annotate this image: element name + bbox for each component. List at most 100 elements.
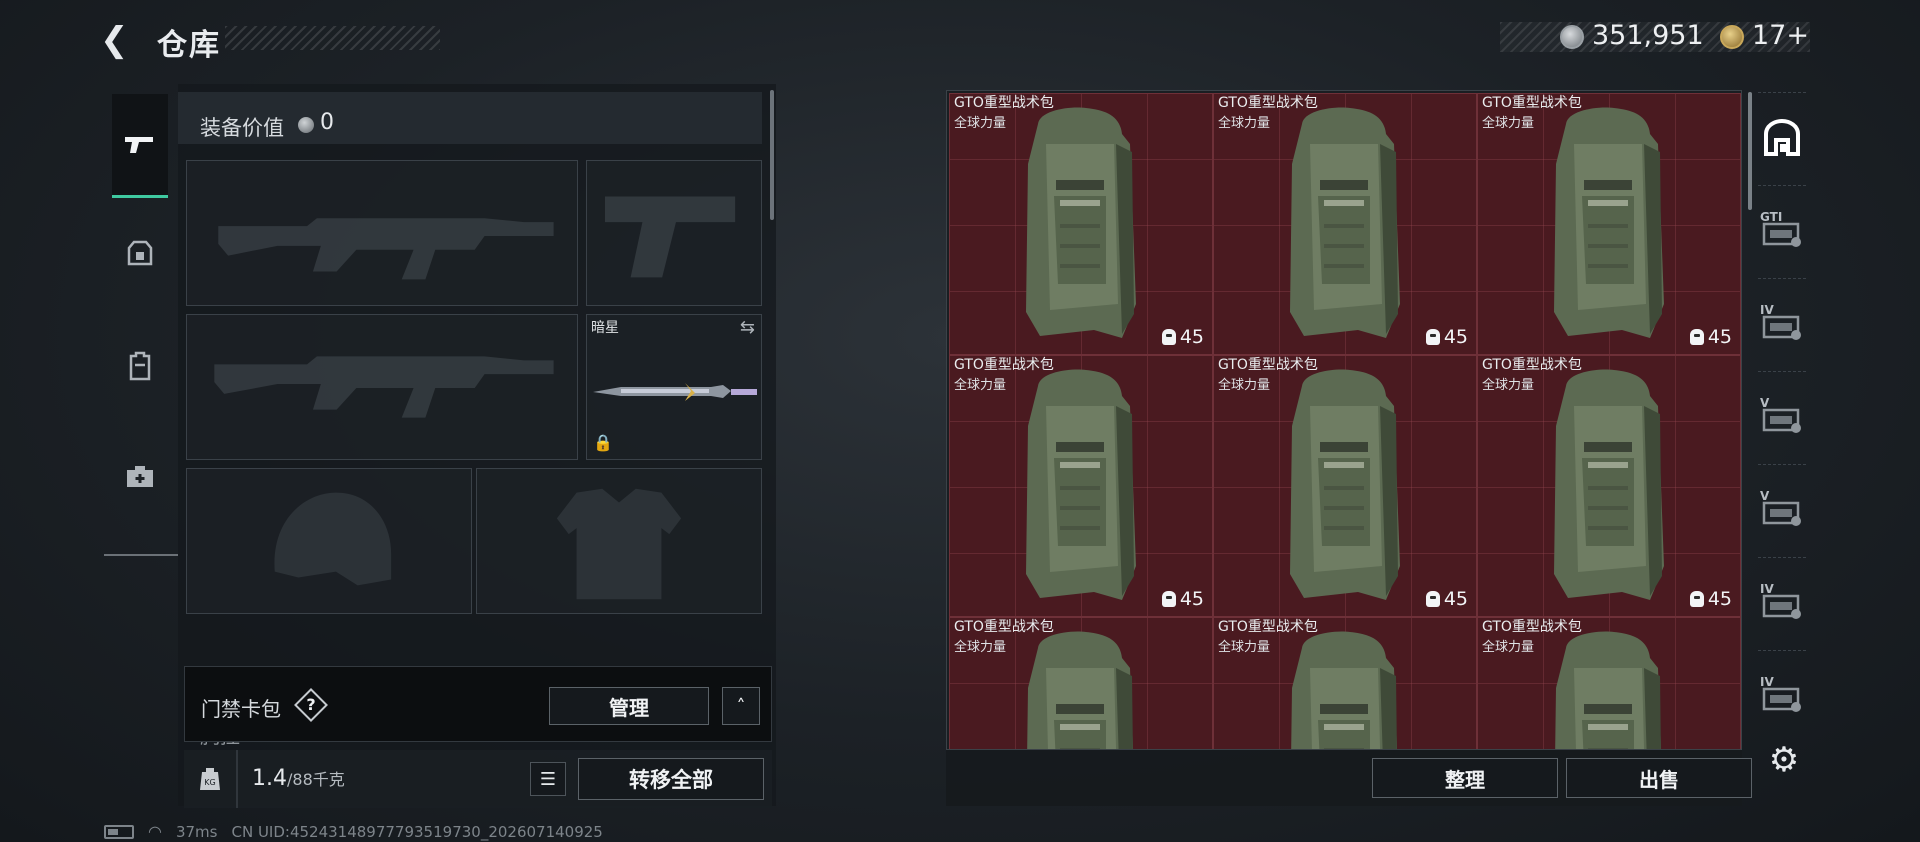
back-arrow-icon[interactable]: ❮ <box>100 20 140 60</box>
storage-icon <box>1764 118 1800 156</box>
warehouse-item[interactable]: GTO重型战术包 全球力量 45 <box>1213 355 1477 617</box>
secondary-weapon-slot[interactable] <box>186 314 578 460</box>
warehouse-item[interactable]: GTO重型战术包 全球力量 <box>949 617 1213 749</box>
warehouse-item[interactable]: GTO重型战术包 全球力量 45 <box>949 355 1213 617</box>
warehouse-item[interactable]: GTO重型战术包 全球力量 45 <box>1213 93 1477 355</box>
warehouse-item[interactable]: GTO重型战术包 全球力量 <box>1213 617 1477 749</box>
title-decoration <box>225 26 440 50</box>
keycard-bar: 门禁卡包 ? 管理 ˄ <box>184 666 772 742</box>
backpack-image <box>1555 631 1662 749</box>
primary-weapon-slot[interactable] <box>186 160 578 306</box>
capacity-icon <box>1689 329 1704 345</box>
list-icon[interactable]: ☰ <box>530 762 566 796</box>
token-icon <box>1720 25 1744 49</box>
backpack-image <box>1290 369 1400 600</box>
tab-medical[interactable] <box>112 424 168 528</box>
capacity-icon <box>1689 591 1704 607</box>
weight-value: 1.4/88千克 <box>252 766 345 791</box>
item-subtitle: 全球力量 <box>1218 378 1271 393</box>
item-subtitle: 全球力量 <box>1482 640 1535 655</box>
svg-text:KG: KG <box>204 778 215 787</box>
capacity-icon <box>1161 591 1176 607</box>
equip-value-header: 装备价值 0 <box>178 92 762 144</box>
melee-item-name: 暗星 <box>591 320 619 336</box>
warehouse-item[interactable]: GTO重型战术包 全球力量 45 <box>949 93 1213 355</box>
v-icon: V <box>1760 396 1804 436</box>
category-tabs <box>104 84 178 556</box>
backpack-image <box>1026 107 1136 339</box>
capacity-icon <box>1425 591 1440 607</box>
iv-icon: IV <box>1760 303 1804 343</box>
tab-v-a[interactable]: V <box>1758 371 1806 459</box>
gti-icon: GTI <box>1760 210 1804 250</box>
v-icon: V <box>1760 489 1804 529</box>
backpack-image <box>1026 369 1136 600</box>
tab-gti[interactable]: GTI <box>1758 185 1806 273</box>
capacity-value: 45 <box>1179 326 1204 348</box>
tab-storage[interactable] <box>1758 92 1806 180</box>
help-icon[interactable]: ? <box>294 688 328 722</box>
loadout-scrollbar[interactable] <box>770 90 774 220</box>
coin-balance: 351,951 <box>1592 20 1704 51</box>
keycard-label: 门禁卡包 <box>201 697 281 721</box>
backpack-image <box>1027 631 1134 749</box>
tab-backpack[interactable] <box>112 314 168 418</box>
capacity-value: 45 <box>1707 588 1732 610</box>
warehouse-item[interactable]: GTO重型战术包 全球力量 45 <box>1477 93 1741 355</box>
item-subtitle: 全球力量 <box>954 378 1007 393</box>
helmet-silhouette-icon <box>274 492 392 586</box>
capacity-value: 45 <box>1443 326 1468 348</box>
warehouse-grid: GTO重型战术包 全球力量 45 GTO重型战术包 全球力量 45 GTO重型战术包 全球力量… <box>946 90 1742 750</box>
backpack-image <box>1291 631 1398 749</box>
capacity-badge: 45 <box>1689 326 1732 348</box>
uid-text: CN UID:4524314897779351973​0_20260714092… <box>231 822 603 841</box>
capacity-icon <box>1161 329 1176 345</box>
storage-tabs: GTI IV V V IV IV <box>1752 92 1812 742</box>
tab-weapons[interactable] <box>112 94 168 198</box>
capacity-badge: 45 <box>1425 588 1468 610</box>
iv-icon: IV <box>1760 675 1804 715</box>
rifle-silhouette-icon <box>214 356 554 418</box>
tab-iv-c[interactable]: IV <box>1758 650 1806 738</box>
sell-button[interactable]: 出售 <box>1566 758 1752 798</box>
tab-iv-b[interactable]: IV <box>1758 557 1806 645</box>
weight-icon: KG <box>196 764 224 794</box>
token-balance[interactable]: 17+ <box>1752 20 1809 51</box>
warehouse-item[interactable]: GTO重型战术包 全球力量 45 <box>1477 355 1741 617</box>
gear-icon[interactable]: ⚙ <box>1764 740 1804 780</box>
chevron-up-icon[interactable]: ˄ <box>722 687 760 725</box>
coin-icon <box>298 117 314 133</box>
capacity-value: 45 <box>1443 588 1468 610</box>
item-name: GTO重型战术包 <box>954 619 1054 635</box>
sidearm-slot[interactable] <box>586 160 762 306</box>
swap-icon[interactable]: ⇆ <box>740 317 755 338</box>
item-name: GTO重型战术包 <box>1482 357 1582 373</box>
tab-iv-a[interactable]: IV <box>1758 278 1806 366</box>
helmet-slot[interactable] <box>186 468 472 614</box>
tab-armor[interactable] <box>112 202 168 306</box>
sort-button[interactable]: 整理 <box>1372 758 1558 798</box>
capacity-badge: 45 <box>1161 588 1204 610</box>
backpack-image <box>1554 369 1664 600</box>
item-name: GTO重型战术包 <box>1482 619 1582 635</box>
tab-v-b[interactable]: V <box>1758 464 1806 552</box>
capacity-icon <box>1425 329 1440 345</box>
item-subtitle: 全球力量 <box>954 640 1007 655</box>
item-name: GTO重型战术包 <box>1218 95 1318 111</box>
transfer-all-button[interactable]: 转移全部 <box>578 758 764 800</box>
warehouse-item[interactable]: GTO重型战术包 全球力量 <box>1477 617 1741 749</box>
ping-value: 37ms <box>175 822 218 841</box>
body-armor-slot[interactable] <box>476 468 762 614</box>
manage-button[interactable]: 管理 <box>549 687 709 725</box>
item-name: GTO重型战术包 <box>954 357 1054 373</box>
pistol-silhouette-icon <box>604 196 736 278</box>
capacity-value: 45 <box>1179 588 1204 610</box>
divider <box>236 750 238 808</box>
item-subtitle: 全球力量 <box>1218 116 1271 131</box>
weight-bar: KG 1.4/88千克 ☰ 转移全部 <box>184 750 772 808</box>
item-subtitle: 全球力量 <box>1482 378 1535 393</box>
melee-slot[interactable]: 暗星 ⇆ 🔒 <box>586 314 762 460</box>
capacity-badge: 45 <box>1425 326 1468 348</box>
capacity-badge: 45 <box>1161 326 1204 348</box>
coin-icon <box>1560 25 1584 49</box>
